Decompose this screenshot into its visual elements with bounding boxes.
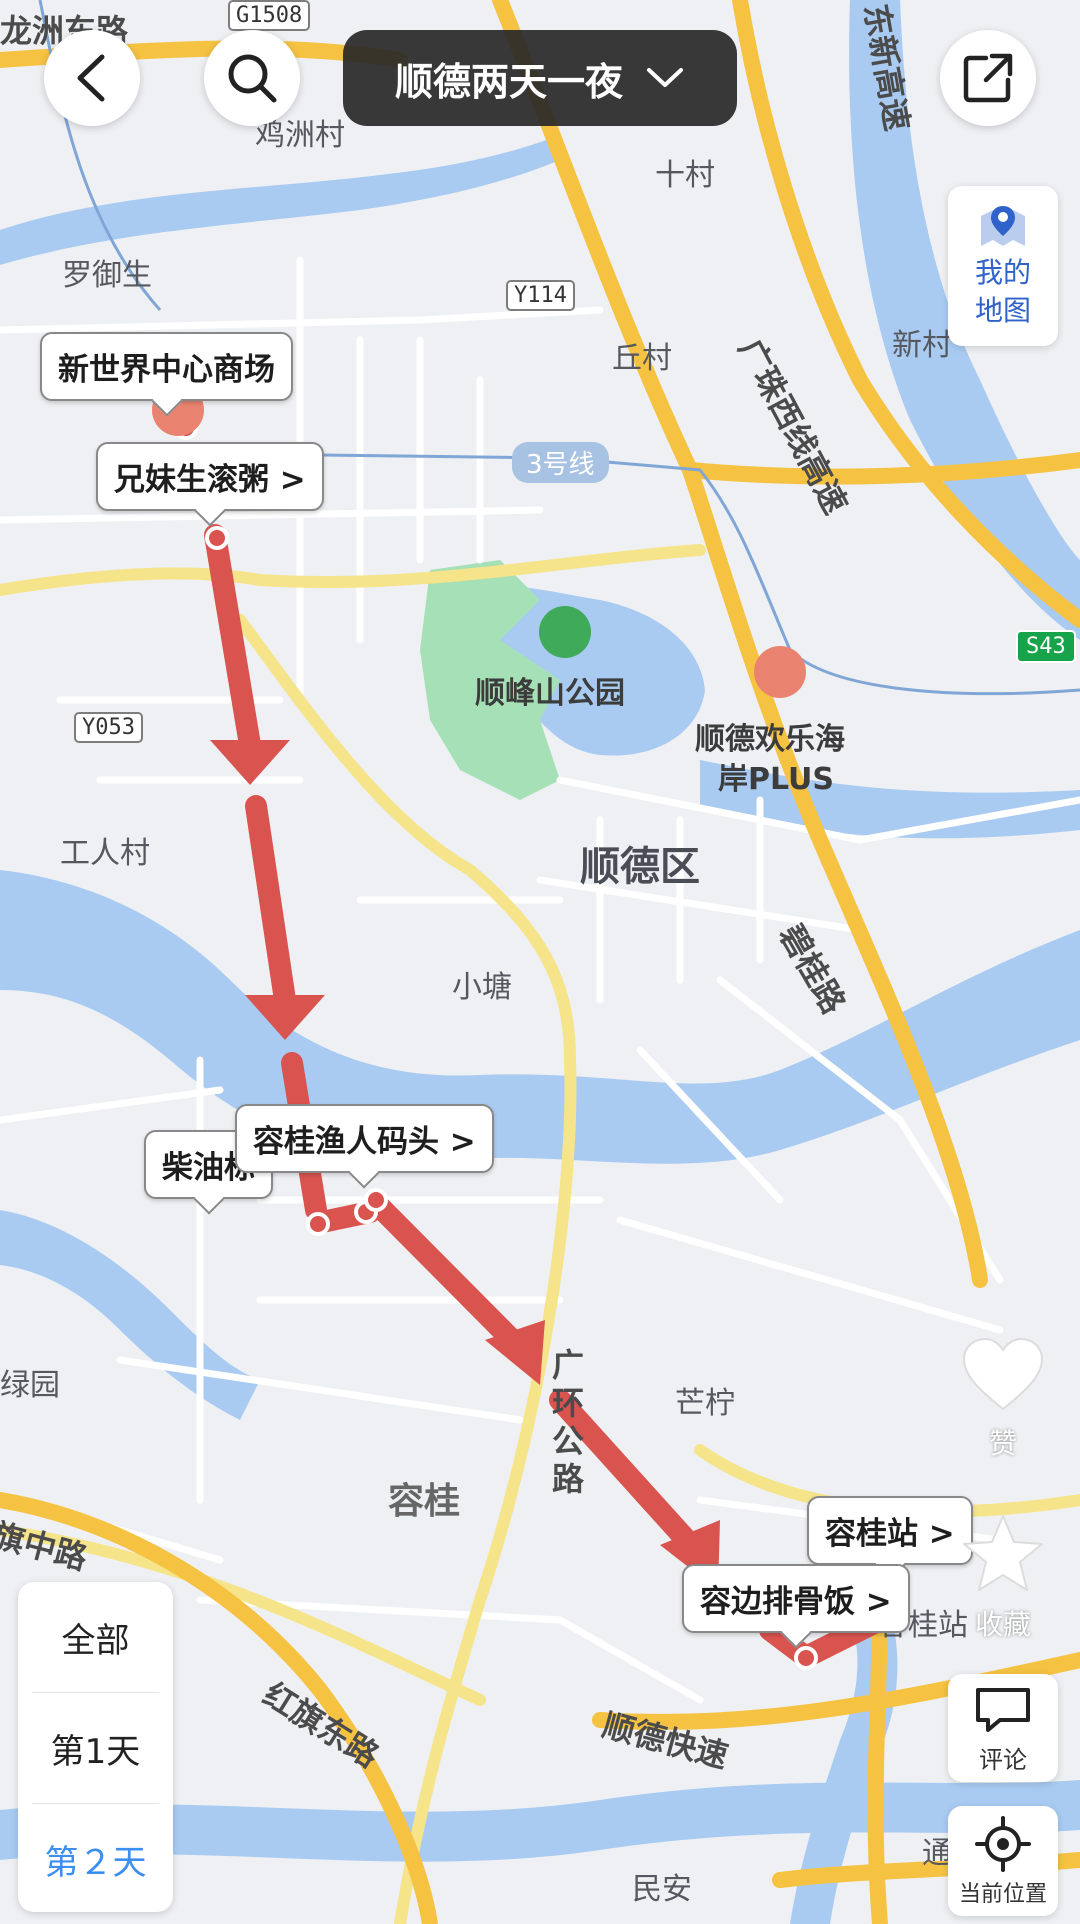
my-map-label-2: 地图 [974,294,1031,327]
map-label-town: 容桂 [388,1481,461,1522]
map-label-village: 罗御生 [62,258,152,293]
highway-shield: S43 [1016,630,1076,663]
poi-callout-xiongmei[interactable]: 兄妹生滚粥 > [96,442,324,511]
map-label-road: 广环公路 [552,1346,585,1498]
map-label-village: 十村 [655,158,715,193]
poi-callout-new-world[interactable]: 新世界中心商场 [40,332,293,401]
map-label-poi: 顺德欢乐海 [695,722,845,757]
map-label-village: 新村 [892,328,952,363]
favorite-label: 收藏 [974,1608,1031,1641]
map-label-village: 小塘 [452,970,512,1005]
map-label-village: 丘村 [612,341,672,376]
locate-label: 当前位置 [958,1882,1047,1907]
map-label-park: 顺峰山公园 [475,676,625,711]
day-selector: 全部 第1天 第２天 [18,1582,173,1912]
comment-label: 评论 [979,1746,1027,1774]
map-label-district: 顺德区 [580,844,700,890]
map-label-village: 工人村 [60,836,150,871]
day-tab-all[interactable]: 全部 [32,1582,159,1693]
highway-shield: Y053 [74,712,143,743]
map-label-village: 民安 [632,1872,692,1907]
share-button[interactable] [940,30,1036,126]
search-button[interactable] [204,30,300,126]
my-map-label-1: 我的 [974,256,1031,289]
heart-icon [962,1337,1044,1411]
comment-button[interactable]: 评论 [948,1674,1058,1782]
share-icon [963,53,1013,103]
favorite-button[interactable]: 收藏 [948,1512,1058,1643]
chevron-down-icon [647,68,683,87]
my-map-button[interactable]: 我的 地图 [948,186,1058,346]
poi-callout-ronggui-pier[interactable]: 容桂渔人码头 > [235,1104,494,1173]
poi-callout-rongbian[interactable]: 容边排骨饭 > [682,1564,910,1633]
like-button[interactable]: 赞 [948,1335,1058,1462]
chevron-left-icon [77,54,105,102]
comment-icon [976,1688,1030,1732]
map-label-village: 绿园 [0,1368,60,1403]
map-label-poi: 岸PLUS [718,762,835,797]
search-icon [228,54,277,103]
metro-line-tag: 3号线 [512,442,609,483]
like-label: 赞 [988,1427,1017,1460]
back-button[interactable] [44,30,140,126]
locate-button[interactable]: 当前位置 [948,1806,1058,1916]
route-title-dropdown[interactable]: 顺德两天一夜 [343,30,737,126]
highway-shield: G1508 [228,0,311,31]
highway-shield: Y114 [506,280,575,311]
day-tab-2[interactable]: 第２天 [32,1804,159,1914]
map-label-village: 芒柠 [675,1386,735,1421]
locate-icon [975,1816,1031,1872]
page-title: 顺德两天一夜 [394,59,623,104]
day-tab-1[interactable]: 第1天 [32,1693,159,1804]
map-pin-icon [981,206,1025,246]
star-icon [963,1515,1043,1591]
